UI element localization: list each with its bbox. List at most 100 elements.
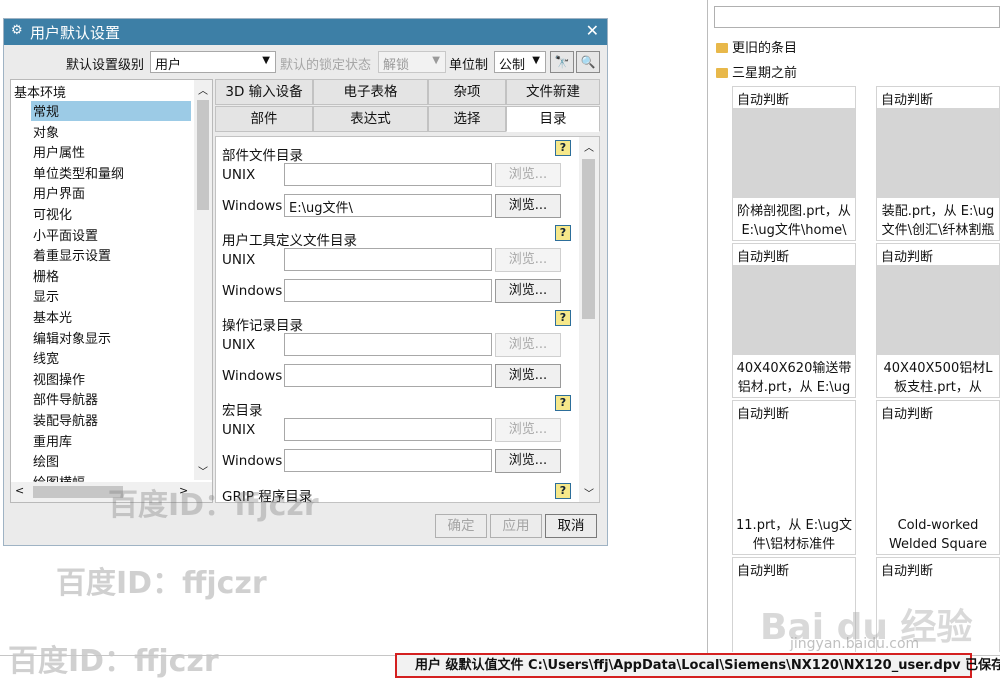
level-select[interactable]: 用户 ▼ — [150, 51, 276, 73]
tree-item[interactable]: 用户属性 — [31, 142, 85, 162]
part-thumbnail — [733, 108, 855, 198]
browse-button[interactable]: 浏览... — [495, 418, 561, 442]
unix-label: UNIX — [222, 252, 256, 268]
panel-vscrollbar[interactable]: ︿ ﹀ — [579, 137, 599, 502]
windows-dir-input[interactable] — [284, 279, 492, 302]
ok-button[interactable]: 确定 — [435, 514, 487, 538]
card-desc-1: 阶梯剖视图.prt，从 — [737, 204, 851, 219]
windows-dir-input[interactable]: E:\ug文件\ — [284, 194, 492, 217]
card-caption: 自动判断 — [881, 407, 934, 422]
filter-input[interactable] — [714, 6, 1000, 28]
recent-part-card[interactable]: 自动判断 40X40X620输送带 铝材.prt，从 E:\ug — [732, 243, 856, 398]
cancel-button[interactable]: 取消 — [545, 514, 597, 538]
card-desc-1: 装配.prt，从 E:\ug — [881, 204, 995, 219]
dialog-titlebar[interactable]: ⚙ 用户默认设置 ✕ — [4, 19, 607, 45]
tree-item[interactable]: 线宽 — [31, 348, 59, 368]
tree-item[interactable]: 编辑对象显示 — [31, 328, 111, 348]
tab[interactable]: 电子表格 — [313, 79, 428, 105]
card-caption: 自动判断 — [881, 250, 934, 265]
card-desc-2: 板支柱.prt，从 — [894, 380, 982, 395]
unix-dir-input[interactable] — [284, 163, 492, 186]
recent-part-card[interactable]: 自动判断 阶梯剖视图.prt，从 E:\ug文件\home\ — [732, 86, 856, 241]
lock-label: 默认的锁定状态 — [280, 58, 372, 73]
tab[interactable]: 表达式 — [313, 106, 428, 132]
help-icon[interactable]: ? — [555, 483, 571, 499]
tab[interactable]: 文件新建 — [506, 79, 600, 105]
tab[interactable]: 选择 — [428, 106, 506, 132]
unix-label: UNIX — [222, 422, 256, 438]
recent-part-card[interactable]: 自动判断 装配.prt，从 E:\ug 文件\创汇\纤林割瓶 — [876, 86, 1000, 241]
help-icon[interactable]: ? — [555, 225, 571, 241]
help-icon[interactable]: ? — [555, 395, 571, 411]
tab[interactable]: 目录 — [506, 106, 600, 132]
recent-part-card[interactable]: 自动判断 Cold-worked Welded Square — [876, 400, 1000, 555]
tree-item[interactable]: 视图操作 — [31, 369, 85, 389]
windows-label: Windows — [222, 453, 283, 469]
windows-dir-input[interactable] — [284, 364, 492, 387]
unix-dir-input[interactable] — [284, 333, 492, 356]
tree-item[interactable]: 对象 — [31, 122, 59, 142]
unit-select[interactable]: 公制 ▼ — [494, 51, 546, 73]
recent-part-card[interactable]: 自动判断 40X40X500铝材L 板支柱.prt，从 — [876, 243, 1000, 398]
card-desc-1: 40X40X620输送带 — [736, 361, 852, 376]
tree-item[interactable]: 常规 — [31, 101, 191, 121]
windows-label: Windows — [222, 283, 283, 299]
user-defaults-dialog: ⚙ 用户默认设置 ✕ 默认设置级别 用户 ▼ 默认的锁定状态 解锁 ▼ 单位制 公制… — [3, 18, 608, 546]
tab[interactable]: 部件 — [215, 106, 313, 132]
browse-button[interactable]: 浏览... — [495, 333, 561, 357]
recent-part-card[interactable]: 自动判断 11.prt，从 E:\ug文 件\铝材标准件 — [732, 400, 856, 555]
folder-three-weeks[interactable]: 三星期之前 — [716, 62, 797, 81]
section-title: 宏目录 — [222, 403, 263, 419]
close-icon[interactable]: ✕ — [586, 21, 599, 40]
unix-dir-input[interactable] — [284, 248, 492, 271]
browse-button[interactable]: 浏览... — [495, 194, 561, 218]
category-tree: 基本环境 常规 对象 用户属性 单位类型和量纲 用户界面 可视化 小平面设置 着重显示设置 栅格… — [10, 79, 213, 503]
tree-item[interactable]: 可视化 — [31, 204, 72, 224]
windows-dir-input[interactable] — [284, 449, 492, 472]
tab[interactable]: 3D 输入设备 — [215, 79, 313, 105]
help-icon[interactable]: ? — [555, 310, 571, 326]
find-icon[interactable]: 🔍 — [576, 51, 600, 73]
gear-icon: ⚙ — [11, 23, 23, 38]
card-caption: 自动判断 — [881, 564, 934, 579]
section-title: 操作记录目录 — [222, 318, 303, 334]
card-desc-1: 40X40X500铝材L — [883, 361, 993, 376]
search-defaults-icon[interactable]: 🔭 — [550, 51, 574, 73]
card-desc-2: Welded Square — [888, 537, 988, 552]
tree-item[interactable]: 部件导航器 — [31, 389, 98, 409]
tree-item[interactable]: 栅格 — [31, 266, 59, 286]
browse-button[interactable]: 浏览... — [495, 163, 561, 187]
tree-vscrollbar[interactable]: ︿ ﹀ — [194, 80, 212, 480]
tree-item[interactable]: 着重显示设置 — [31, 245, 111, 265]
watermark: 百度ID：ffjczr — [108, 488, 319, 523]
tree-item[interactable]: 显示 — [31, 286, 59, 306]
apply-button[interactable]: 应用 — [490, 514, 542, 538]
directory-panel: 部件文件目录 ? UNIX 浏览... Windows E:\ug文件\ 浏览.… — [215, 136, 600, 503]
watermark: 百度ID：ffjczr — [8, 644, 219, 679]
browse-button[interactable]: 浏览... — [495, 364, 561, 388]
lock-select[interactable]: 解锁 ▼ — [378, 51, 446, 73]
unix-dir-input[interactable] — [284, 418, 492, 441]
part-thumbnail — [877, 422, 999, 512]
tab[interactable]: 杂项 — [428, 79, 506, 105]
browse-button[interactable]: 浏览... — [495, 449, 561, 473]
help-icon[interactable]: ? — [555, 140, 571, 156]
folder-older[interactable]: 更旧的条目 — [716, 37, 797, 56]
browse-button[interactable]: 浏览... — [495, 279, 561, 303]
card-desc-1: Cold-worked — [897, 518, 979, 533]
tree-item[interactable]: 小平面设置 — [31, 225, 98, 245]
folder-icon — [716, 68, 728, 78]
unit-label: 单位制 — [449, 58, 489, 73]
tree-item[interactable]: 单位类型和量纲 — [31, 163, 124, 183]
card-caption: 自动判断 — [881, 93, 934, 108]
tree-item[interactable]: 绘图 — [31, 451, 59, 471]
card-caption: 自动判断 — [737, 564, 790, 579]
tree-item[interactable]: 装配导航器 — [31, 410, 98, 430]
tree-item[interactable]: 基本光 — [31, 307, 72, 327]
tree-item[interactable]: 重用库 — [31, 431, 72, 451]
watermark: jingyan.baidu.com — [790, 636, 920, 652]
browse-button[interactable]: 浏览... — [495, 248, 561, 272]
tree-item[interactable]: 用户界面 — [31, 183, 85, 203]
part-thumbnail — [733, 422, 855, 512]
tree-root[interactable]: 基本环境 — [14, 82, 66, 101]
